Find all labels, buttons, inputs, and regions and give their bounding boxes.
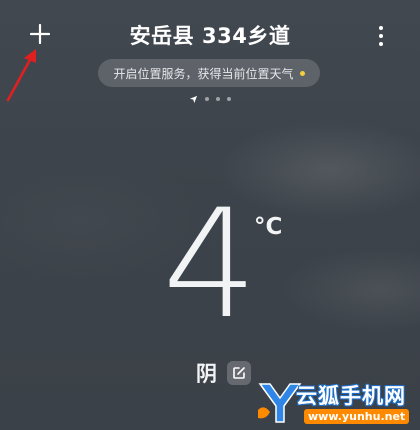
- notification-dot: [299, 70, 305, 76]
- page-dot-4: [227, 97, 231, 101]
- page-dot-2: [205, 97, 209, 101]
- city-title: 安岳县 334乡道: [129, 24, 291, 48]
- more-vertical-icon-dot-1: [379, 26, 383, 30]
- watermark-name: 云狐手机网: [296, 384, 406, 408]
- site-watermark: 云狐手机网 www.yunhu.net: [256, 378, 420, 430]
- location-prompt-text: 开启位置服务，获得当前位置天气: [113, 66, 294, 81]
- edit-weather-button[interactable]: [227, 361, 251, 385]
- watermark-url: www.yunhu.net: [304, 409, 410, 424]
- edit-icon: [233, 367, 245, 379]
- current-temperature: 4: [162, 178, 258, 352]
- temperature-unit: °C: [254, 214, 283, 240]
- page-indicator: [0, 93, 420, 105]
- weather-condition-row: 阴: [196, 358, 251, 388]
- location-arrow-icon: [189, 95, 198, 103]
- enable-location-prompt[interactable]: 开启位置服务，获得当前位置天气: [98, 59, 320, 87]
- page-dot-3: [216, 97, 220, 101]
- more-vertical-icon-dot-3: [379, 42, 383, 46]
- more-vertical-icon-dot-2: [379, 34, 383, 38]
- weather-condition: 阴: [196, 362, 217, 386]
- more-options-button[interactable]: [370, 22, 392, 50]
